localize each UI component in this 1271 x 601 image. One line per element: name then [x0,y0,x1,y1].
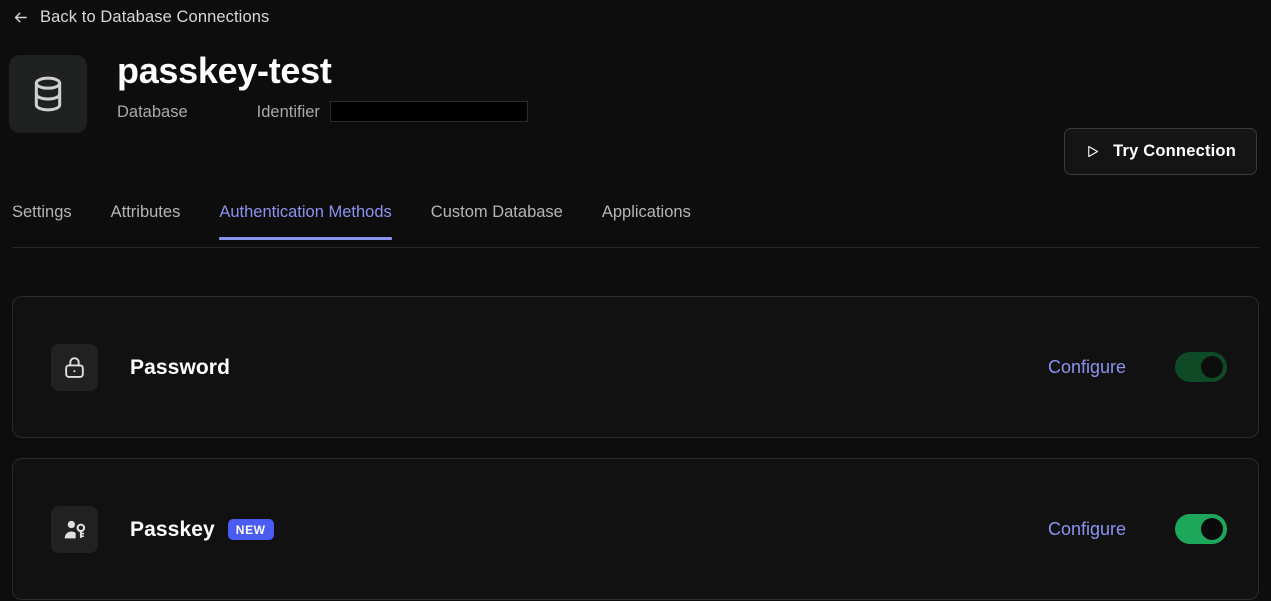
toggle-passkey[interactable] [1175,514,1227,544]
auth-method-title-passkey: Passkey NEW [130,517,274,541]
identifier-label: Identifier [256,102,320,121]
auth-method-controls-password: Configure [1048,352,1227,382]
tab-settings-label: Settings [12,203,72,221]
toggle-password[interactable] [1175,352,1227,382]
auth-method-title-password: Password [130,357,230,378]
configure-link-password[interactable]: Configure [1048,358,1126,376]
auth-method-name: Password [130,355,231,379]
configure-link-passkey[interactable]: Configure [1048,520,1126,538]
tab-custom-database-label: Custom Database [430,203,563,221]
tab-attributes[interactable]: Attributes [111,196,181,240]
tab-bar-divider [12,247,1259,248]
auth-method-card-passkey: Passkey NEW Configure [12,458,1259,600]
authentication-methods-list: Password Configure Passkey NEW Configure [12,296,1259,600]
new-badge: NEW [227,518,274,540]
tab-attributes-label: Attributes [110,203,181,221]
back-link-label: Back to Database Connections [40,8,270,27]
tab-list: Settings Attributes Authentication Metho… [12,196,691,240]
tab-applications-label: Applications [601,203,691,221]
arrow-left-icon [12,9,29,26]
back-to-database-connections-link[interactable]: Back to Database Connections [12,9,269,26]
auth-method-controls-passkey: Configure [1048,514,1227,544]
auth-method-card-password: Password Configure [12,296,1259,438]
toggle-knob [1201,518,1223,540]
page-title: passkey-test [117,50,332,91]
database-icon [9,55,87,133]
identifier-value-redacted [329,101,528,123]
tab-applications[interactable]: Applications [602,196,691,240]
auth-method-name: Passkey [130,517,215,541]
page-header: passkey-test Database Identifier Try Con… [0,50,1271,175]
passkey-person-key-icon [51,505,98,553]
tab-custom-database[interactable]: Custom Database [431,196,563,240]
toggle-knob [1201,356,1223,378]
lock-icon [51,343,98,391]
header-meta-row: Database Identifier [117,101,528,123]
header-text-block: passkey-test Database Identifier [117,50,528,123]
play-triangle-icon [1085,144,1100,159]
tab-bar: Settings Attributes Authentication Metho… [0,196,1271,248]
tab-authentication-methods[interactable]: Authentication Methods [219,196,393,240]
try-connection-button[interactable]: Try Connection [1064,128,1257,175]
connection-kind-label: Database [117,102,188,121]
tab-settings[interactable]: Settings [12,196,72,240]
try-connection-label: Try Connection [1113,142,1236,161]
database-connection-detail-page: Back to Database Connections passkey-tes… [0,0,1271,601]
tab-authentication-methods-label: Authentication Methods [219,203,392,221]
